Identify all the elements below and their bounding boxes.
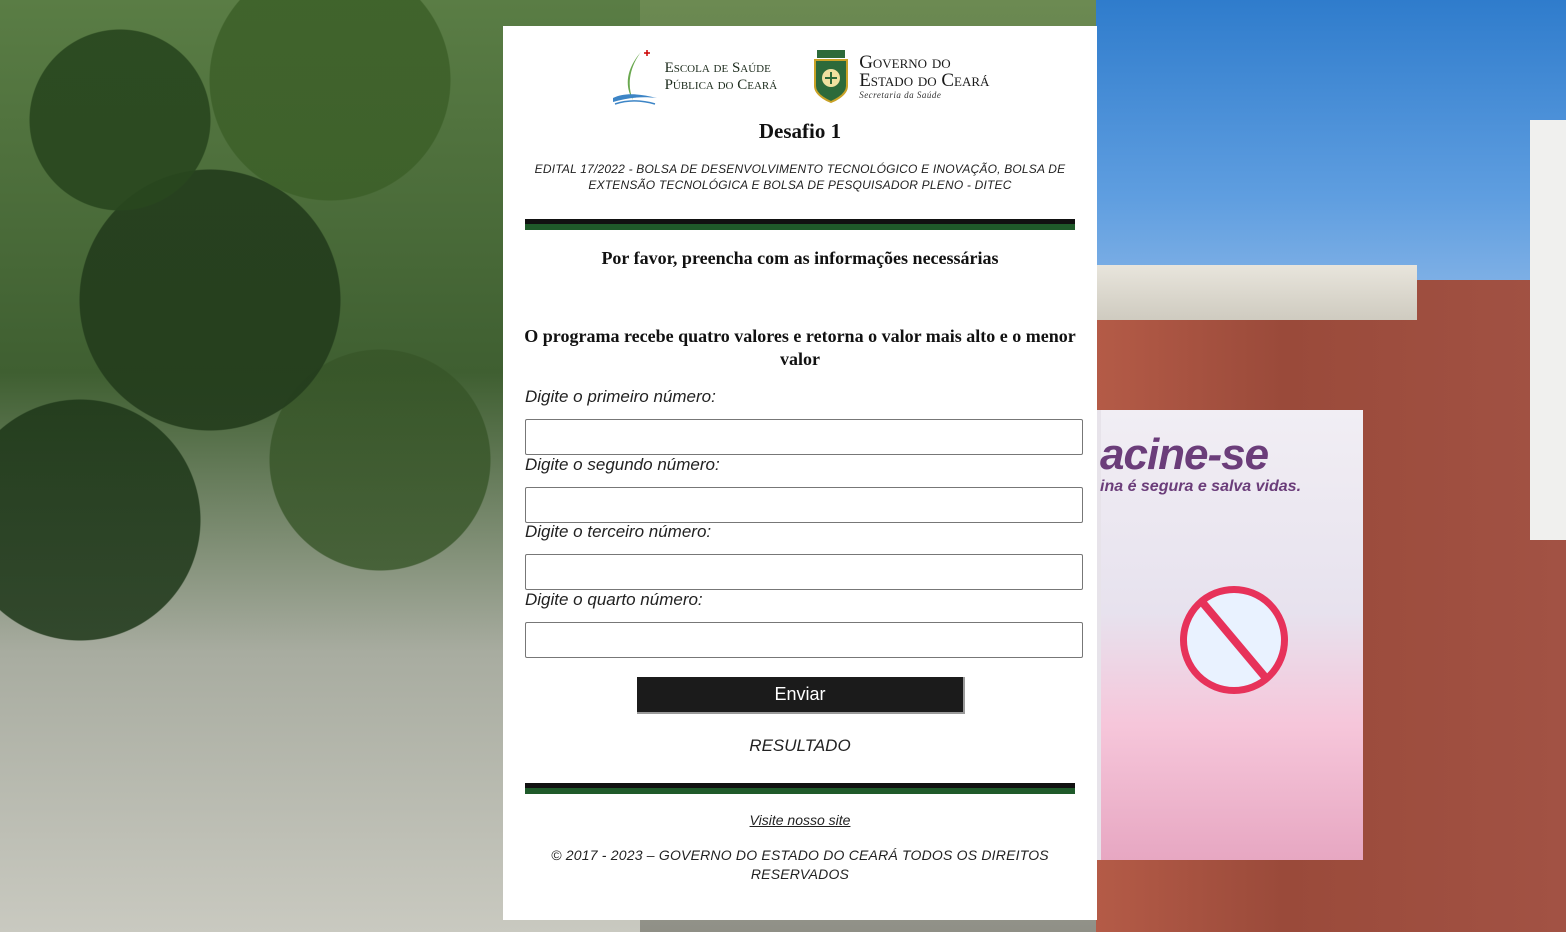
gov-name: Governo do Estado do Ceará Secretaria da… [859,53,990,100]
gov-name-line2: Estado do Ceará [859,70,990,91]
esp-name: Escola de Saúde Pública do Ceará [665,60,778,94]
first-number-label: Digite o primeiro número: [525,387,716,406]
esp-leaf-icon [612,50,657,105]
ceara-crest-icon [814,50,849,104]
gov-subtitle: Secretaria da Saúde [859,90,942,100]
divider-top [525,219,1075,230]
second-number-label: Digite o segundo número: [525,455,720,474]
esp-name-line2: Pública do Ceará [664,77,778,93]
page-title: Desafio 1 [758,119,842,143]
background-banner-title: acine-se [1100,430,1269,479]
fourth-number-input[interactable] [525,622,1083,658]
result-text: RESULTADO [749,736,851,755]
edital-text: EDITAL 17/2022 - BOLSA DE DESENVOLVIMENT… [534,162,1066,192]
background-column [1530,120,1566,540]
send-button[interactable]: Enviar [637,677,965,714]
esp-name-line1: Escola de Saúde [664,60,771,76]
visit-site-link[interactable]: Visite nosso site [503,812,1097,828]
form-subtitle: Por favor, preencha com as informações n… [601,248,999,268]
divider-bottom [525,783,1075,794]
governo-ceara-logo: Governo do Estado do Ceará Secretaria da… [811,50,989,104]
virus-prohibited-icon [1180,586,1288,694]
second-number-input[interactable] [525,487,1083,523]
third-number-input[interactable] [525,554,1083,590]
fourth-number-label: Digite o quarto número: [525,590,703,609]
background-banner-subtitle: ina é segura e salva vidas. [1100,478,1302,495]
form-card: Escola de Saúde Pública do Ceará Governo… [503,26,1097,920]
escola-saude-publica-logo: Escola de Saúde Pública do Ceará [611,48,778,106]
third-number-label: Digite o terceiro número: [525,522,712,541]
first-number-input[interactable] [525,419,1083,455]
program-description: O programa recebe quatro valores e retor… [524,326,1076,369]
background-roof [1097,265,1417,320]
copyright-text: © 2017 - 2023 – GOVERNO DO ESTADO DO CEA… [551,847,1049,882]
header-logos: Escola de Saúde Pública do Ceará Governo… [503,44,1097,110]
